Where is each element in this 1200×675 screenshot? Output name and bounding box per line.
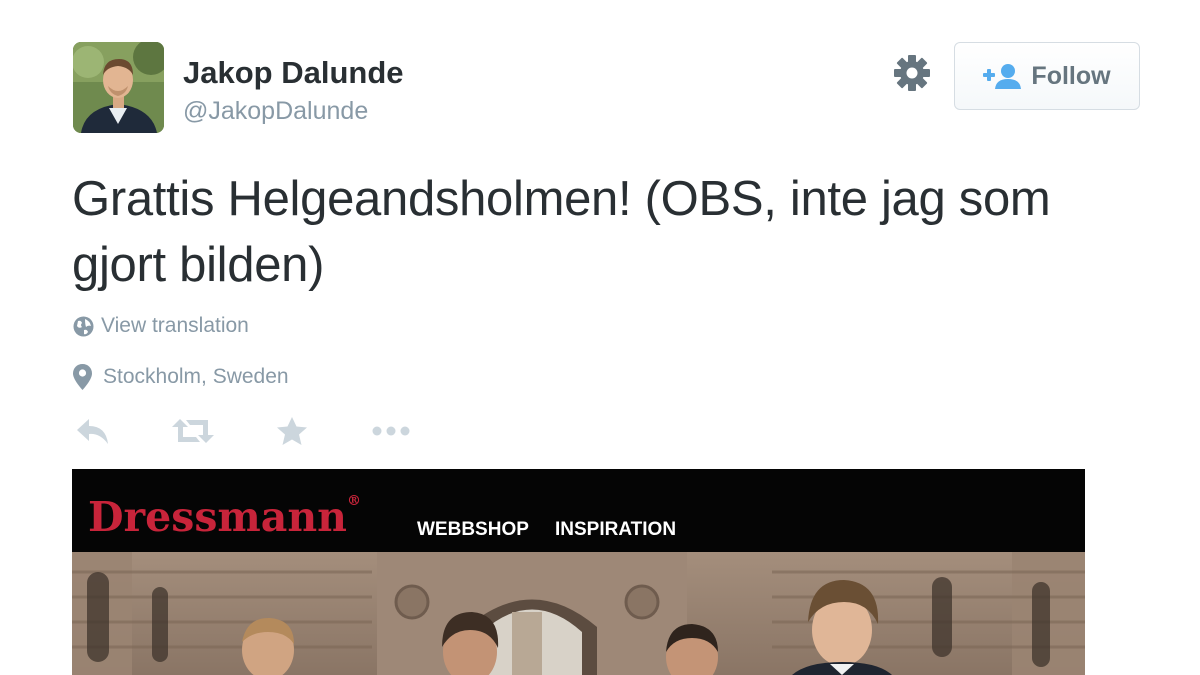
location-label: Stockholm, Sweden bbox=[103, 365, 289, 388]
view-translation-link[interactable]: View translation bbox=[73, 314, 249, 338]
tweet-text: Grattis Helgeandsholmen! (OBS, inte jag … bbox=[72, 172, 1051, 292]
tweet-location[interactable]: Stockholm, Sweden bbox=[73, 364, 289, 390]
avatar-photo bbox=[73, 42, 164, 133]
follow-button[interactable]: Follow bbox=[954, 42, 1140, 110]
add-user-icon bbox=[983, 64, 1022, 89]
retweet-icon[interactable] bbox=[172, 415, 214, 447]
tweet-media-image[interactable]: Dressmann® WEBBSHOP INSPIRATION bbox=[72, 469, 1085, 675]
nav-inspiration: INSPIRATION bbox=[555, 519, 677, 540]
avatar[interactable] bbox=[73, 42, 164, 133]
follow-button-label: Follow bbox=[1031, 61, 1111, 90]
ad-banner: Dressmann® WEBBSHOP INSPIRATION bbox=[72, 469, 1085, 552]
nav-webbshop: WEBBSHOP bbox=[417, 519, 529, 540]
map-pin-icon bbox=[73, 364, 92, 390]
street-photo bbox=[72, 552, 1085, 675]
more-icon[interactable] bbox=[372, 415, 410, 447]
reply-icon[interactable] bbox=[76, 415, 110, 447]
view-translation-label: View translation bbox=[101, 314, 249, 337]
tweet-card: Jakop Dalunde @JakopDalunde Follow Gratt… bbox=[0, 0, 1200, 675]
author-handle[interactable]: @JakopDalunde bbox=[183, 97, 368, 126]
globe-icon bbox=[73, 316, 94, 336]
brand-logo: Dressmann® bbox=[88, 493, 361, 541]
author-name[interactable]: Jakop Dalunde bbox=[183, 55, 404, 91]
gear-icon[interactable] bbox=[892, 53, 932, 93]
favorite-star-icon[interactable] bbox=[276, 415, 308, 447]
